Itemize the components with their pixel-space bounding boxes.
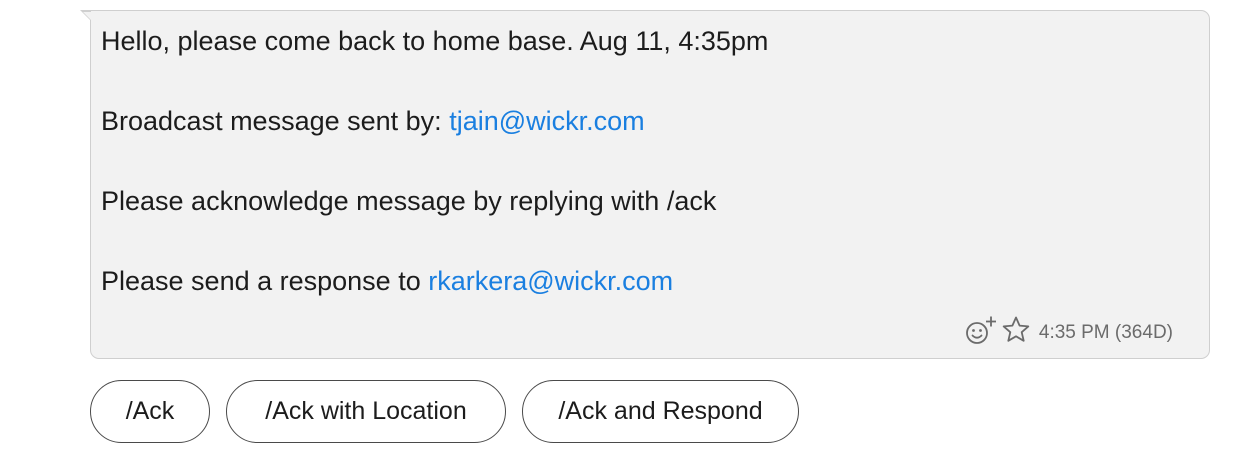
ack-button[interactable]: /Ack (90, 380, 210, 443)
message-line-response: Please send a response to rkarkera@wickr… (101, 264, 673, 298)
add-reaction-icon[interactable] (965, 315, 996, 345)
star-icon[interactable] (1001, 315, 1031, 345)
message-timestamp: 4:35 PM (364D) (1038, 322, 1173, 343)
response-label: Please send a response to (101, 266, 429, 296)
ack-and-respond-button[interactable]: /Ack and Respond (522, 380, 799, 443)
sender-email-link[interactable]: tjain@wickr.com (449, 106, 644, 136)
quick-reply-actions: /Ack /Ack with Location /Ack and Respond (90, 380, 799, 443)
message-line-sender: Broadcast message sent by: tjain@wickr.c… (101, 104, 645, 138)
message-bubble: Hello, please come back to home base. Au… (90, 10, 1210, 359)
sender-label: Broadcast message sent by: (101, 106, 450, 136)
message-meta: 4:35 PM (364D) (965, 315, 1173, 345)
message-line-greeting: Hello, please come back to home base. Au… (101, 26, 769, 56)
bubble-tail-fill (83, 11, 92, 21)
response-email-link[interactable]: rkarkera@wickr.com (428, 266, 673, 296)
message-line-instructions: Please acknowledge message by replying w… (101, 186, 717, 216)
ack-with-location-button[interactable]: /Ack with Location (226, 380, 506, 443)
